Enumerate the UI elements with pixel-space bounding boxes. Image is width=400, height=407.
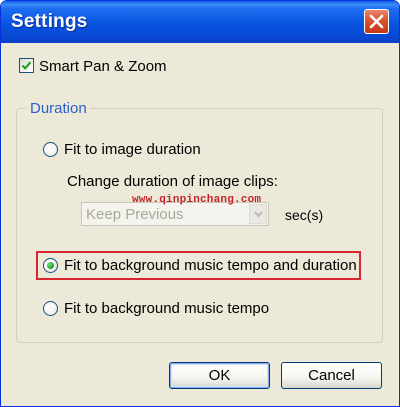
- radio-fit-music-tempo-duration[interactable]: [43, 258, 58, 273]
- settings-dialog: Settings Smart Pan & Zoom Duration Fit t…: [0, 0, 400, 407]
- smart-pan-zoom-label[interactable]: Smart Pan & Zoom: [39, 58, 167, 75]
- radio-fit-music-tempo[interactable]: [43, 301, 58, 316]
- title-bar[interactable]: Settings: [1, 1, 399, 43]
- radio-label-fit-image-duration[interactable]: Fit to image duration: [64, 141, 201, 158]
- radio-selected-dot: [47, 262, 54, 269]
- watermark-text: www.qinpinchang.com: [132, 194, 262, 206]
- duration-select-arrow[interactable]: [249, 204, 267, 224]
- radio-label-fit-music-tempo-duration[interactable]: Fit to background music tempo and durati…: [64, 257, 357, 274]
- close-button[interactable]: [364, 9, 389, 34]
- checkmark-icon: [21, 61, 32, 70]
- smart-pan-zoom-checkbox[interactable]: [19, 58, 34, 73]
- ok-button[interactable]: OK: [169, 362, 270, 389]
- radio-fit-image-duration[interactable]: [43, 142, 58, 157]
- duration-select-value: Keep Previous: [86, 206, 184, 223]
- chevron-down-icon: [254, 211, 263, 218]
- duration-group-legend: Duration: [27, 100, 90, 117]
- close-icon: [369, 14, 384, 29]
- cancel-button[interactable]: Cancel: [281, 362, 382, 389]
- window-title: Settings: [11, 11, 88, 32]
- change-duration-label: Change duration of image clips:: [67, 173, 278, 190]
- secs-unit-label: sec(s): [285, 207, 324, 223]
- radio-label-fit-music-tempo[interactable]: Fit to background music tempo: [64, 300, 269, 317]
